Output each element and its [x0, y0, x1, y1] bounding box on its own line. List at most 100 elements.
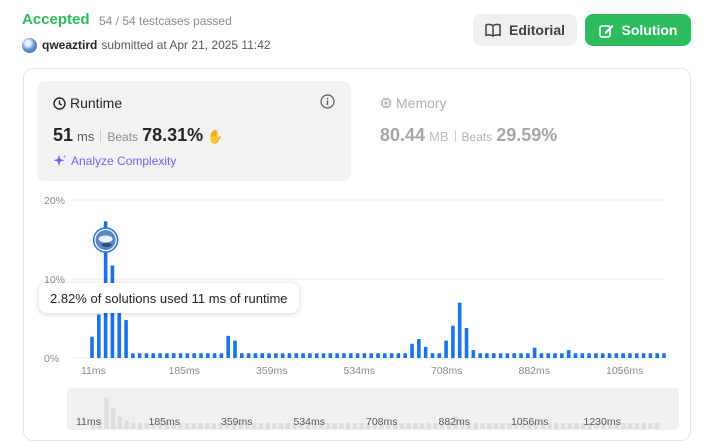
chart-bar[interactable]	[641, 353, 646, 358]
chart-bar[interactable]	[410, 343, 414, 358]
your-submission-marker[interactable]	[92, 227, 119, 253]
chart-bar[interactable]	[321, 353, 326, 358]
chart-bar[interactable]	[274, 353, 278, 358]
chart-bar[interactable]	[451, 325, 455, 358]
chart-bar[interactable]	[240, 353, 244, 358]
chart-bar[interactable]	[233, 340, 237, 358]
chart-bar[interactable]	[294, 353, 299, 358]
chart-bar[interactable]	[369, 353, 373, 358]
chart-bar[interactable]	[308, 353, 312, 358]
minimap-bar	[124, 420, 129, 429]
chart-bar[interactable]	[396, 353, 401, 358]
chart-bar[interactable]	[260, 353, 265, 358]
chart-range-scroller[interactable]: 11ms 185ms 359ms 534ms 708ms 882ms 1056ms 1230m…	[67, 388, 679, 430]
chart-bar[interactable]	[185, 353, 190, 358]
runtime-distribution-chart[interactable]: 20%10%0%11ms 185ms 359ms 534ms 708ms 882ms 105…	[24, 69, 692, 442]
chart-bar[interactable]	[205, 353, 210, 358]
x-tick-label: 708ms	[431, 365, 463, 377]
chart-bar[interactable]	[212, 353, 217, 358]
chart-bar[interactable]	[526, 353, 530, 358]
chart-bar[interactable]	[280, 353, 285, 358]
chart-bar[interactable]	[485, 353, 489, 358]
chart-range-minimap[interactable]: 11ms 185ms 359ms 534ms 708ms 882ms 1056ms 1230m…	[67, 388, 679, 430]
chart-bar[interactable]	[199, 353, 203, 358]
chart-bar[interactable]	[97, 314, 101, 358]
chart-bar[interactable]	[403, 353, 408, 358]
chart-bar[interactable]	[137, 353, 142, 358]
minimap-bar	[191, 423, 196, 429]
minimap-bar	[198, 423, 203, 429]
chart-bar[interactable]	[151, 353, 156, 358]
chart-bar[interactable]	[655, 353, 659, 358]
chart-bar[interactable]	[389, 353, 394, 358]
chart-bar[interactable]	[328, 353, 333, 358]
chart-bar[interactable]	[519, 353, 523, 358]
chart-bar[interactable]	[546, 353, 551, 358]
chart-bar[interactable]	[423, 346, 428, 358]
chart-bar[interactable]	[628, 353, 632, 358]
minimap-bar	[419, 423, 425, 429]
chart-bar[interactable]	[158, 353, 162, 358]
chart-bar[interactable]	[539, 353, 544, 358]
chart-bar[interactable]	[600, 353, 605, 358]
chart-bar[interactable]	[580, 353, 585, 358]
chart-bar[interactable]	[219, 353, 224, 358]
minimap-bar	[345, 423, 351, 429]
chart-bar[interactable]	[587, 353, 591, 358]
chart-bar[interactable]	[131, 353, 135, 358]
chart-bar[interactable]	[192, 353, 196, 358]
minimap-bar	[480, 423, 485, 429]
chart-bar[interactable]	[362, 353, 367, 358]
chart-bar[interactable]	[437, 353, 442, 358]
chart-bar[interactable]	[335, 353, 339, 358]
chart-bar[interactable]	[478, 353, 482, 358]
chart-bar[interactable]	[165, 353, 169, 358]
minimap-bar	[433, 423, 438, 429]
chart-bar[interactable]	[662, 353, 666, 358]
chart-bar[interactable]	[171, 353, 176, 358]
chart-bar[interactable]	[348, 353, 353, 358]
chart-bar[interactable]	[287, 353, 292, 358]
chart-bar[interactable]	[532, 347, 537, 358]
chart-bar[interactable]	[90, 336, 94, 358]
chart-bar[interactable]	[342, 353, 346, 358]
user-avatar[interactable]	[22, 37, 37, 53]
chart-bar[interactable]	[355, 353, 360, 358]
chart-bar[interactable]	[512, 353, 516, 358]
chart-bar[interactable]	[417, 339, 421, 358]
y-tick-label: 0%	[44, 353, 59, 365]
chart-bar[interactable]	[124, 320, 128, 358]
chart-bar[interactable]	[383, 353, 387, 358]
chart-bar[interactable]	[267, 353, 271, 358]
chart-bar[interactable]	[144, 353, 149, 358]
chart-bar[interactable]	[573, 353, 578, 358]
chart-bar[interactable]	[498, 353, 503, 358]
editorial-button[interactable]: Editorial	[473, 14, 577, 46]
chart-bar[interactable]	[376, 353, 380, 358]
chart-bar[interactable]	[491, 353, 496, 358]
chart-bar[interactable]	[314, 353, 319, 358]
chart-bar[interactable]	[553, 353, 557, 358]
chart-bar[interactable]	[178, 353, 183, 358]
chart-bar[interactable]	[444, 340, 448, 358]
solution-button[interactable]: Solution	[585, 14, 691, 46]
chart-bar[interactable]	[566, 350, 571, 358]
chart-bar[interactable]	[594, 353, 598, 358]
chart-bar[interactable]	[614, 353, 619, 358]
chart-bar[interactable]	[505, 353, 510, 358]
chart-bar[interactable]	[430, 353, 435, 358]
chart-bar[interactable]	[648, 353, 653, 358]
chart-bar[interactable]	[607, 353, 612, 358]
chart-bar[interactable]	[471, 350, 476, 358]
chart-bar[interactable]	[464, 327, 469, 358]
chart-bar[interactable]	[246, 353, 251, 358]
chart-bar[interactable]	[560, 353, 564, 358]
chart-bar[interactable]	[301, 353, 305, 358]
username-link[interactable]: qweaztird	[42, 38, 97, 52]
chart-bar[interactable]	[634, 353, 639, 358]
chart-bar[interactable]	[253, 353, 258, 358]
chart-bar[interactable]	[621, 353, 625, 358]
chart-bar[interactable]	[457, 302, 462, 358]
chart-bar[interactable]	[226, 335, 230, 358]
minimap-bar	[567, 423, 572, 429]
